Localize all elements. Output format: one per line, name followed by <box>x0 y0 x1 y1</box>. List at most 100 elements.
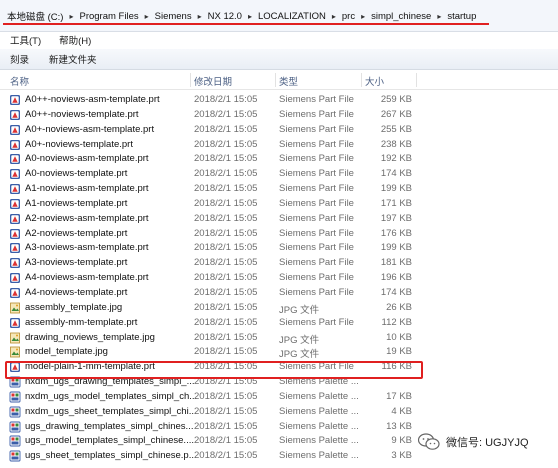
breadcrumb-item[interactable]: NX 12.0 <box>205 11 245 22</box>
file-date: 2018/2/1 15:05 <box>194 138 258 150</box>
file-row[interactable]: A2-noviews-template.prt 2018/2/1 15:05 Sie… <box>0 227 558 242</box>
menu-item[interactable]: 工具(T) <box>0 33 49 47</box>
file-name: A2-noviews-asm-template.prt <box>25 212 149 224</box>
file-type: Siemens Palette ... <box>279 376 359 388</box>
file-type: JPG 文件 <box>279 334 320 346</box>
file-name: A1-noviews-asm-template.prt <box>25 183 149 195</box>
file-date: 2018/2/1 15:05 <box>194 212 258 224</box>
file-row[interactable]: A1-noviews-asm-template.prt 2018/2/1 15:0… <box>0 182 558 197</box>
file-row[interactable]: A0+-noviews-asm-template.prt 2018/2/1 15:… <box>0 123 558 138</box>
breadcrumb-item[interactable]: Siemens <box>152 11 195 22</box>
file-name: A3-noviews-asm-template.prt <box>25 242 149 254</box>
file-name: assembly-mm-template.prt <box>25 316 138 328</box>
prt-file-icon <box>9 213 21 225</box>
jpg-file-icon <box>9 346 21 358</box>
file-row[interactable]: assembly_template.jpg 2018/2/1 15:05 JPG 文… <box>0 301 558 316</box>
file-type: JPG 文件 <box>279 349 320 361</box>
file-row[interactable]: A0-noviews-template.prt 2018/2/1 15:05 Sie… <box>0 167 558 182</box>
prt-file-icon <box>9 109 21 121</box>
file-name: A0+-noviews-asm-template.prt <box>25 123 155 135</box>
file-row[interactable]: A4-noviews-asm-template.prt 2018/2/1 15:0… <box>0 271 558 286</box>
file-size: 238 KB <box>380 138 412 150</box>
breadcrumb-item[interactable]: 本地磁盘 (C:) <box>4 9 66 23</box>
burn-button[interactable]: 刻录 <box>0 52 39 66</box>
file-row[interactable]: A0-noviews-asm-template.prt 2018/2/1 15:0… <box>0 152 558 167</box>
column-divider[interactable] <box>275 73 276 87</box>
wechat-icon <box>418 433 440 450</box>
breadcrumb-separator-icon[interactable]: ▸ <box>195 12 205 21</box>
breadcrumb-separator-icon[interactable]: ▸ <box>329 12 339 21</box>
prt-file-icon <box>9 272 21 284</box>
prt-file-icon <box>9 257 21 269</box>
file-row[interactable]: A0++-noviews-asm-template.prt 2018/2/1 15… <box>0 93 558 108</box>
toolbar: 刻录 新建文件夹 <box>0 49 558 70</box>
column-header-date[interactable]: 修改日期 <box>194 74 232 88</box>
breadcrumb-item[interactable]: prc <box>339 11 358 22</box>
column-header-size[interactable]: 大小 <box>365 74 384 88</box>
prt-file-icon <box>9 153 21 165</box>
file-row[interactable]: nxdm_ugs_drawing_templates_simpl_... 2018… <box>0 375 558 390</box>
file-list: A0++-noviews-asm-template.prt 2018/2/1 15… <box>0 93 558 464</box>
prt-file-icon <box>9 94 21 106</box>
file-type: Siemens Part File <box>279 138 354 150</box>
file-row[interactable]: A1-noviews-template.prt 2018/2/1 15:05 Sie… <box>0 197 558 212</box>
file-row[interactable]: drawing_noviews_template.jpg 2018/2/1 15:… <box>0 331 558 346</box>
menu-bar: 工具(T) 帮助(H) <box>0 32 558 48</box>
file-size: 192 KB <box>380 153 412 165</box>
column-divider[interactable] <box>190 73 191 87</box>
breadcrumb-separator-icon[interactable]: ▸ <box>66 12 76 21</box>
file-size: 259 KB <box>380 94 412 105</box>
file-size: 9 KB <box>391 435 412 447</box>
file-type: Siemens Part File <box>279 316 354 328</box>
file-date: 2018/2/1 15:05 <box>194 420 258 432</box>
breadcrumb-separator-icon[interactable]: ▸ <box>142 12 152 21</box>
file-type: Siemens Part File <box>279 153 354 165</box>
palette-file-icon <box>9 450 21 462</box>
prt-file-icon <box>9 124 21 136</box>
file-row[interactable]: nxdm_ugs_model_templates_simpl_ch... 2018… <box>0 390 558 405</box>
file-date: 2018/2/1 15:05 <box>194 153 258 165</box>
breadcrumb-separator-icon[interactable]: ▸ <box>434 12 444 21</box>
column-divider[interactable] <box>361 73 362 87</box>
prt-file-icon <box>9 198 21 210</box>
column-divider[interactable] <box>416 73 417 87</box>
file-row[interactable]: A0+-noviews-template.prt 2018/2/1 15:05 Si… <box>0 138 558 153</box>
file-name: A0-noviews-asm-template.prt <box>25 153 149 165</box>
new-folder-button[interactable]: 新建文件夹 <box>39 52 107 66</box>
file-row[interactable]: model-plain-1-mm-template.prt 2018/2/1 15… <box>0 360 558 375</box>
file-row[interactable]: assembly-mm-template.prt 2018/2/1 15:05 Si… <box>0 316 558 331</box>
file-date: 2018/2/1 15:05 <box>194 257 258 269</box>
breadcrumb-separator-icon[interactable]: ▸ <box>358 12 368 21</box>
file-row[interactable]: A3-noviews-asm-template.prt 2018/2/1 15:0… <box>0 241 558 256</box>
watermark: 微信号: UGJYJQ <box>418 432 529 452</box>
file-row[interactable]: A2-noviews-asm-template.prt 2018/2/1 15:0… <box>0 212 558 227</box>
file-row[interactable]: A0++-noviews-template.prt 2018/2/1 15:05 S… <box>0 108 558 123</box>
file-type: Siemens Palette ... <box>279 420 359 432</box>
breadcrumb-separator-icon[interactable]: ▸ <box>245 12 255 21</box>
breadcrumb-item[interactable]: simpl_chinese <box>368 11 434 22</box>
file-size: 255 KB <box>380 123 412 135</box>
column-header-type[interactable]: 类型 <box>279 74 298 88</box>
breadcrumb-item[interactable]: Program Files <box>76 11 141 22</box>
breadcrumb-item[interactable]: startup <box>444 11 479 22</box>
file-row[interactable]: model_template.jpg 2018/2/1 15:05 JPG 文件 19… <box>0 345 558 360</box>
file-row[interactable]: nxdm_ugs_sheet_templates_simpl_chi... 201… <box>0 405 558 420</box>
menu-item[interactable]: 帮助(H) <box>49 33 99 47</box>
file-name: model-plain-1-mm-template.prt <box>25 361 155 373</box>
column-header-name[interactable]: 名称 <box>10 74 29 88</box>
file-row[interactable]: A3-noviews-template.prt 2018/2/1 15:05 Sie… <box>0 256 558 271</box>
file-size: 176 KB <box>380 227 412 239</box>
file-date: 2018/2/1 15:05 <box>194 390 258 402</box>
file-size: 181 KB <box>380 257 412 269</box>
file-size: 199 KB <box>380 242 412 254</box>
file-size: 17 KB <box>386 390 412 402</box>
file-type: Siemens Part File <box>279 94 354 105</box>
file-name: A2-noviews-template.prt <box>25 227 128 239</box>
breadcrumb-item[interactable]: LOCALIZATION <box>255 11 329 22</box>
file-type: Siemens Part File <box>279 183 354 195</box>
prt-file-icon <box>9 228 21 240</box>
file-row[interactable]: A4-noviews-template.prt 2018/2/1 15:05 Sie… <box>0 286 558 301</box>
address-bar[interactable]: 本地磁盘 (C:) ▸ Program Files ▸ Siemens ▸ NX 12.0 ▸… <box>0 0 558 32</box>
file-type: Siemens Part File <box>279 286 354 298</box>
watermark-text: 微信号: UGJYJQ <box>446 437 529 449</box>
